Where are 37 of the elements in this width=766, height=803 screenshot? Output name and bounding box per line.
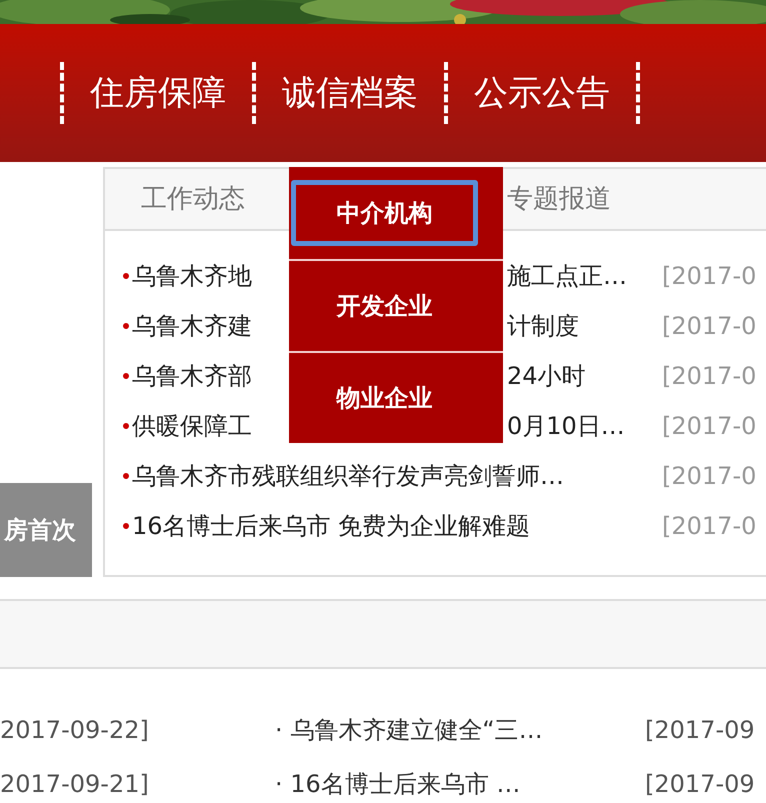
news-date: [2017-0 (662, 461, 758, 492)
news-link[interactable]: 供暖保障工 (132, 408, 252, 444)
bullet-icon (123, 273, 129, 279)
menu-item[interactable]: 物业企业 (291, 365, 478, 431)
bullet-icon (123, 523, 129, 529)
bullet-icon (123, 373, 129, 379)
nav-link[interactable]: 公示公告 (448, 68, 636, 118)
news-link[interactable]: 16名博士后来乌市 免费为企业解难题 (132, 508, 530, 544)
nav-link[interactable]: 住房保障 (64, 68, 252, 118)
news-link[interactable]: 乌鲁木齐市残联组织举行发声亮剑誓师… (132, 458, 564, 494)
banner-caption: 房首次 (4, 515, 76, 546)
news-link[interactable]: 乌鲁木齐地 (132, 258, 252, 294)
bullet-icon (123, 423, 129, 429)
bullet-icon (123, 323, 129, 329)
news-link[interactable]: · 16名博士后来乌市 … (275, 766, 645, 802)
news-link[interactable]: 计制度 (503, 308, 579, 344)
news-link[interactable]: · 乌鲁木齐建立健全“三… (275, 712, 645, 748)
nav-link[interactable]: 诚信档案 (256, 68, 444, 118)
news-date: 2017-09-21] (0, 769, 150, 800)
bullet-icon (123, 473, 129, 479)
news-date: [2017-0 (662, 511, 758, 542)
news-date: [2017-0 (662, 411, 758, 442)
news-link[interactable]: 施工点正… (503, 258, 627, 294)
news-link[interactable]: 乌鲁木齐部 (132, 358, 252, 394)
news-date: [2017-0 (662, 361, 758, 392)
tab[interactable]: 工作动态 (141, 180, 245, 218)
news-link[interactable]: 乌鲁木齐建 (132, 308, 252, 344)
menu-item[interactable]: 开发企业 (291, 273, 478, 339)
news-date: 2017-09-22] (0, 715, 150, 746)
menu-item[interactable]: 中介机构 (291, 180, 478, 246)
news-date: [2017-0 (662, 311, 758, 342)
news-date: [2017-09 (645, 769, 755, 800)
news-link[interactable]: 24小时 (503, 358, 586, 394)
news-date: [2017-09 (645, 715, 755, 746)
news-link[interactable]: 0月10日… (503, 408, 625, 444)
tab[interactable]: 专题报道 (507, 180, 611, 218)
news-date: [2017-0 (662, 261, 758, 292)
